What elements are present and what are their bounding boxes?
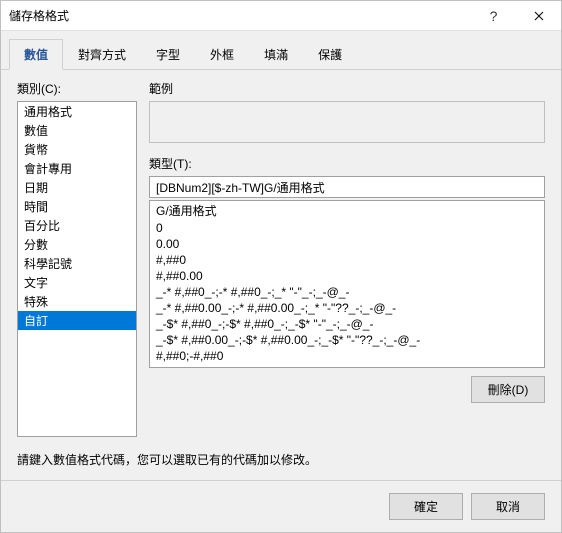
tab-1[interactable]: 對齊方式 (63, 39, 141, 69)
list-item[interactable]: 0.00 (150, 236, 544, 252)
delete-row: 刪除(D) (149, 376, 545, 403)
list-item[interactable]: #,##0 (150, 252, 544, 268)
close-icon (534, 11, 544, 21)
sample-label: 範例 (149, 80, 545, 97)
list-item[interactable]: 文字 (18, 273, 136, 292)
tab-bar: 數值對齊方式字型外框填滿保護 (1, 31, 561, 70)
category-pane: 類別(C): 通用格式數值貨幣會計專用日期時間百分比分數科學記號文字特殊自訂 (17, 80, 137, 437)
list-item[interactable]: #,##0;[紅色]-#,##0 (150, 364, 544, 368)
list-item[interactable]: 特殊 (18, 292, 136, 311)
tab-4[interactable]: 填滿 (249, 39, 303, 69)
list-item[interactable]: _-* #,##0.00_-;-* #,##0.00_-;_* "-"??_-;… (150, 300, 544, 316)
type-label: 類型(T): (149, 155, 545, 172)
list-item[interactable]: #,##0;-#,##0 (150, 348, 544, 364)
list-item[interactable]: 百分比 (18, 216, 136, 235)
type-input[interactable] (149, 176, 545, 198)
list-item[interactable]: _-$* #,##0.00_-;-$* #,##0.00_-;_-$* "-"?… (150, 332, 544, 348)
detail-pane: 範例 類型(T): G/通用格式00.00#,##0#,##0.00_-* #,… (149, 80, 545, 437)
tab-3[interactable]: 外框 (195, 39, 249, 69)
help-button[interactable]: ? (471, 1, 516, 31)
ok-button[interactable]: 確定 (389, 493, 463, 520)
list-item[interactable]: 貨幣 (18, 140, 136, 159)
tab-5[interactable]: 保護 (303, 39, 357, 69)
list-item[interactable]: 會計專用 (18, 159, 136, 178)
tab-0[interactable]: 數值 (9, 39, 63, 70)
category-label: 類別(C): (17, 80, 137, 97)
dialog-title: 儲存格格式 (9, 7, 471, 24)
dialog-footer: 確定 取消 (1, 480, 561, 532)
format-cells-dialog: 儲存格格式 ? 數值對齊方式字型外框填滿保護 類別(C): 通用格式數值貨幣會計… (0, 0, 562, 533)
list-item[interactable]: 科學記號 (18, 254, 136, 273)
list-item[interactable]: 自訂 (18, 311, 136, 330)
list-item[interactable]: 時間 (18, 197, 136, 216)
delete-button[interactable]: 刪除(D) (471, 376, 545, 403)
hint-text: 請鍵入數值格式代碼，您可以選取已有的代碼加以修改。 (1, 447, 561, 480)
list-item[interactable]: _-$* #,##0_-;-$* #,##0_-;_-$* "-"_-;_-@_… (150, 316, 544, 332)
list-item[interactable]: 日期 (18, 178, 136, 197)
list-item[interactable]: 通用格式 (18, 102, 136, 121)
tab-2[interactable]: 字型 (141, 39, 195, 69)
list-item[interactable]: 數值 (18, 121, 136, 140)
category-listbox[interactable]: 通用格式數值貨幣會計專用日期時間百分比分數科學記號文字特殊自訂 (17, 101, 137, 437)
titlebar: 儲存格格式 ? (1, 1, 561, 31)
format-code-listbox[interactable]: G/通用格式00.00#,##0#,##0.00_-* #,##0_-;-* #… (149, 200, 545, 368)
close-button[interactable] (516, 1, 561, 31)
list-item[interactable]: _-* #,##0_-;-* #,##0_-;_* "-"_-;_-@_- (150, 284, 544, 300)
list-item[interactable]: #,##0.00 (150, 268, 544, 284)
cancel-button[interactable]: 取消 (471, 493, 545, 520)
dialog-body: 類別(C): 通用格式數值貨幣會計專用日期時間百分比分數科學記號文字特殊自訂 範… (1, 70, 561, 447)
list-item[interactable]: 分數 (18, 235, 136, 254)
list-item[interactable]: 0 (150, 220, 544, 236)
sample-box (149, 101, 545, 143)
list-item[interactable]: G/通用格式 (150, 201, 544, 220)
